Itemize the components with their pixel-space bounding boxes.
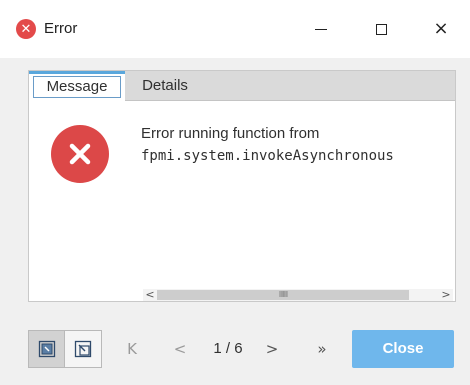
close-icon: ×	[433, 18, 449, 39]
title-bar[interactable]: ✕ Error ×	[0, 0, 470, 58]
first-page-button[interactable]: K	[122, 338, 142, 360]
window-title: Error	[44, 20, 78, 37]
previous-page-button[interactable]: <	[170, 338, 190, 360]
tab-message-label: Message	[33, 76, 121, 98]
minimize-button[interactable]	[298, 12, 344, 46]
maximize-button[interactable]	[358, 12, 404, 46]
scroll-thumb[interactable]: IIIIIII	[157, 290, 409, 300]
error-message: Error running function from fpmi.system.…	[141, 123, 441, 167]
view-toggle-1-button[interactable]	[29, 331, 65, 367]
scroll-left-arrow[interactable]: <	[143, 289, 157, 301]
error-circle-icon: ✕	[16, 19, 36, 39]
tab-message[interactable]: Message	[29, 71, 125, 101]
window-close-button[interactable]: ×	[418, 12, 464, 46]
next-page-button[interactable]: >	[262, 338, 282, 360]
close-button[interactable]: Close	[352, 330, 454, 368]
view-toggle-2-button[interactable]	[65, 331, 101, 367]
error-message-line1: Error running function from	[141, 125, 320, 142]
window-restore-icon	[38, 340, 55, 358]
error-message-line2: fpmi.system.invokeAsynchronous	[141, 148, 394, 164]
view-toggle-group	[28, 330, 102, 368]
horizontal-scrollbar[interactable]: < IIIIIII >	[143, 289, 453, 301]
minimize-icon	[315, 28, 327, 30]
maximize-icon	[375, 23, 387, 35]
page-counter: 1 / 6	[213, 340, 243, 357]
tab-strip: Message Details	[29, 71, 455, 101]
scroll-right-arrow[interactable]: >	[439, 289, 453, 301]
message-panel: Message Details Error running function f…	[28, 70, 456, 302]
error-x-icon	[51, 125, 109, 183]
tab-details[interactable]: Details	[129, 71, 201, 101]
last-page-button[interactable]: »	[312, 338, 332, 360]
error-dialog: ✕ Error × Message Details Error running …	[0, 0, 470, 385]
window-popout-icon	[74, 340, 92, 358]
